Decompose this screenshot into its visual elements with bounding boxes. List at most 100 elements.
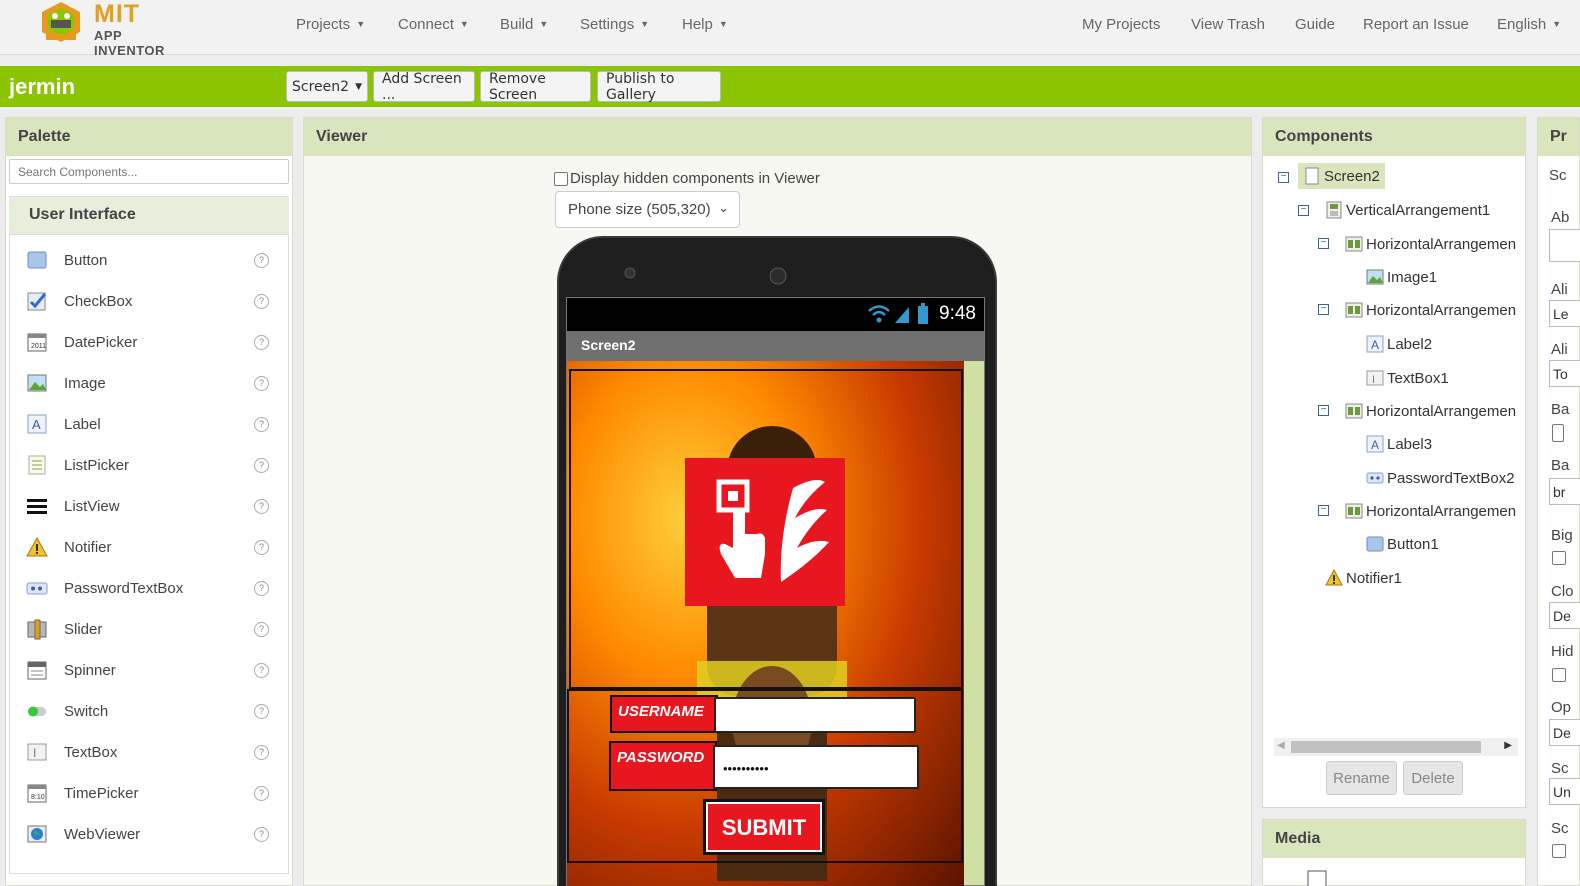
tree-node-verticalarrangement1[interactable]: VerticalArrangement1 bbox=[1325, 201, 1490, 219]
rename-button[interactable]: Rename bbox=[1326, 761, 1397, 795]
help-icon[interactable]: ? bbox=[254, 662, 269, 678]
prop-align-v-select[interactable]: To bbox=[1549, 360, 1580, 387]
prop-hide-title-checkbox[interactable] bbox=[1552, 668, 1566, 682]
collapse-icon[interactable]: − bbox=[1318, 304, 1329, 315]
menu-help[interactable]: Help ▼ bbox=[682, 0, 728, 48]
palette-item-datepicker[interactable]: 2011 DatePicker ? bbox=[10, 322, 288, 362]
help-icon[interactable]: ? bbox=[254, 539, 269, 555]
tree-node-horizontalarrangement[interactable]: HorizontalArrangemen bbox=[1345, 402, 1516, 420]
tree-node-screen2[interactable]: Screen2 bbox=[1298, 163, 1385, 189]
components-horizontal-scrollbar[interactable]: ◀ ▶ bbox=[1274, 738, 1518, 756]
help-icon[interactable]: ? bbox=[254, 457, 269, 473]
caret-down-icon: ▼ bbox=[1552, 19, 1562, 29]
help-icon[interactable]: ? bbox=[254, 703, 269, 719]
collapse-icon[interactable]: − bbox=[1318, 405, 1329, 416]
prop-open-anim-select[interactable]: De bbox=[1549, 719, 1580, 746]
display-hidden-checkbox[interactable] bbox=[554, 171, 568, 186]
screen-title-bar: Screen2 bbox=[567, 331, 984, 361]
palette-item-textbox[interactable]: I TextBox ? bbox=[10, 732, 288, 772]
palette-item-listpicker[interactable]: ListPicker ? bbox=[10, 445, 288, 485]
menu-language[interactable]: English ▼ bbox=[1497, 0, 1561, 48]
menu-language-label: English bbox=[1497, 15, 1547, 33]
tree-node-button1[interactable]: Button1 bbox=[1366, 535, 1439, 553]
palette-item-checkbox[interactable]: CheckBox ? bbox=[10, 281, 288, 321]
menu-connect[interactable]: Connect ▼ bbox=[398, 0, 469, 48]
palette-item-label: TextBox bbox=[64, 743, 118, 761]
collapse-icon[interactable]: − bbox=[1318, 238, 1329, 249]
tree-node-passwordtextbox2[interactable]: PasswordTextBox2 bbox=[1366, 469, 1515, 487]
link-guide[interactable]: Guide bbox=[1295, 0, 1335, 48]
help-icon[interactable]: ? bbox=[254, 416, 269, 432]
list-view-icon bbox=[27, 499, 47, 514]
category-user-interface[interactable]: User Interface bbox=[9, 196, 289, 234]
palette-item-button[interactable]: Button ? bbox=[10, 240, 288, 280]
remove-screen-button[interactable]: Remove Screen bbox=[480, 71, 591, 103]
scrollbar-thumb[interactable] bbox=[1291, 741, 1481, 753]
palette-item-webviewer[interactable]: WebViewer ? bbox=[10, 814, 288, 854]
help-icon[interactable]: ? bbox=[254, 334, 269, 350]
tree-node-image1[interactable]: Image1 bbox=[1366, 268, 1437, 286]
palette-item-passwordtextbox[interactable]: PasswordTextBox ? bbox=[10, 568, 288, 608]
help-icon[interactable]: ? bbox=[254, 498, 269, 514]
delete-button[interactable]: Delete bbox=[1403, 761, 1463, 795]
palette-item-image[interactable]: Image ? bbox=[10, 363, 288, 403]
tree-node-label3[interactable]: A Label3 bbox=[1366, 435, 1432, 453]
palette-item-notifier[interactable]: Notifier ? bbox=[10, 527, 288, 567]
username-label: USERNAME bbox=[610, 695, 718, 733]
search-components-input[interactable] bbox=[9, 159, 289, 184]
prop-big-font-checkbox[interactable] bbox=[1552, 551, 1566, 565]
tree-node-label2[interactable]: A Label2 bbox=[1366, 335, 1432, 353]
tree-node-textbox1[interactable]: I TextBox1 bbox=[1366, 369, 1449, 387]
help-icon[interactable]: ? bbox=[254, 580, 269, 596]
username-input[interactable] bbox=[714, 697, 916, 733]
help-icon[interactable]: ? bbox=[254, 375, 269, 391]
tree-node-horizontalarrangement[interactable]: HorizontalArrangemen bbox=[1345, 301, 1516, 319]
prop-about-input[interactable] bbox=[1549, 229, 1580, 262]
prop-bg-image-select[interactable]: br bbox=[1549, 478, 1580, 505]
submit-button[interactable]: SUBMIT bbox=[703, 799, 825, 855]
prop-scrollable-checkbox[interactable] bbox=[1552, 844, 1566, 858]
help-icon[interactable]: ? bbox=[254, 826, 269, 842]
collapse-icon[interactable]: − bbox=[1298, 205, 1309, 216]
link-report-issue[interactable]: Report an Issue bbox=[1363, 0, 1469, 48]
menu-build[interactable]: Build ▼ bbox=[500, 0, 548, 48]
palette-item-slider[interactable]: Slider ? bbox=[10, 609, 288, 649]
display-hidden-components-toggle[interactable]: Display hidden components in Viewer bbox=[554, 170, 820, 187]
add-screen-button[interactable]: Add Screen ... bbox=[373, 71, 475, 103]
collapse-icon[interactable]: − bbox=[1318, 505, 1329, 516]
menu-projects[interactable]: Projects ▼ bbox=[296, 0, 365, 48]
help-icon[interactable]: ? bbox=[254, 744, 269, 760]
password-input[interactable]: •••••••••• bbox=[713, 745, 919, 789]
screen-select-button[interactable]: Screen2 ▼ bbox=[286, 71, 368, 102]
svg-text:I: I bbox=[1372, 374, 1375, 386]
tree-node-horizontalarrangement[interactable]: HorizontalArrangemen bbox=[1345, 235, 1516, 253]
tree-node-label: HorizontalArrangemen bbox=[1366, 502, 1517, 520]
tree-node-horizontalarrangement[interactable]: HorizontalArrangemen bbox=[1345, 502, 1516, 520]
phone-size-select[interactable]: Phone size (505,320) ⌄ bbox=[555, 191, 740, 228]
menu-settings[interactable]: Settings ▼ bbox=[580, 0, 649, 48]
prop-close-anim-select[interactable]: De bbox=[1549, 602, 1580, 629]
help-icon[interactable]: ? bbox=[254, 252, 269, 268]
prop-orientation-select[interactable]: Un bbox=[1549, 778, 1580, 805]
prop-align-h-select[interactable]: Le bbox=[1549, 300, 1580, 327]
app-inventor-logo[interactable]: MIT APP INVENTOR bbox=[34, 0, 194, 58]
link-view-trash[interactable]: View Trash bbox=[1191, 0, 1265, 48]
scroll-right-icon[interactable]: ▶ bbox=[1504, 740, 1512, 751]
tree-node-notifier1[interactable]: Notifier1 bbox=[1325, 569, 1402, 587]
palette-item-listview[interactable]: ListView ? bbox=[10, 486, 288, 526]
help-icon[interactable]: ? bbox=[254, 621, 269, 637]
prop-bg-color-swatch[interactable] bbox=[1552, 424, 1564, 442]
palette-item-switch[interactable]: Switch ? bbox=[10, 691, 288, 731]
publish-gallery-button[interactable]: Publish to Gallery bbox=[597, 71, 721, 103]
palette-item-spinner[interactable]: Spinner ? bbox=[10, 650, 288, 690]
textbox-icon: I bbox=[27, 743, 47, 761]
help-icon[interactable]: ? bbox=[254, 293, 269, 309]
help-icon[interactable]: ? bbox=[254, 785, 269, 801]
palette-item-timepicker[interactable]: 8:10 TimePicker ? bbox=[10, 773, 288, 813]
palette-item-label[interactable]: A Label ? bbox=[10, 404, 288, 444]
scroll-left-icon[interactable]: ◀ bbox=[1277, 740, 1285, 751]
link-my-projects[interactable]: My Projects bbox=[1082, 0, 1160, 48]
palette-item-label: WebViewer bbox=[64, 825, 141, 843]
collapse-icon[interactable]: − bbox=[1278, 172, 1289, 183]
media-panel: Media bbox=[1262, 819, 1526, 886]
